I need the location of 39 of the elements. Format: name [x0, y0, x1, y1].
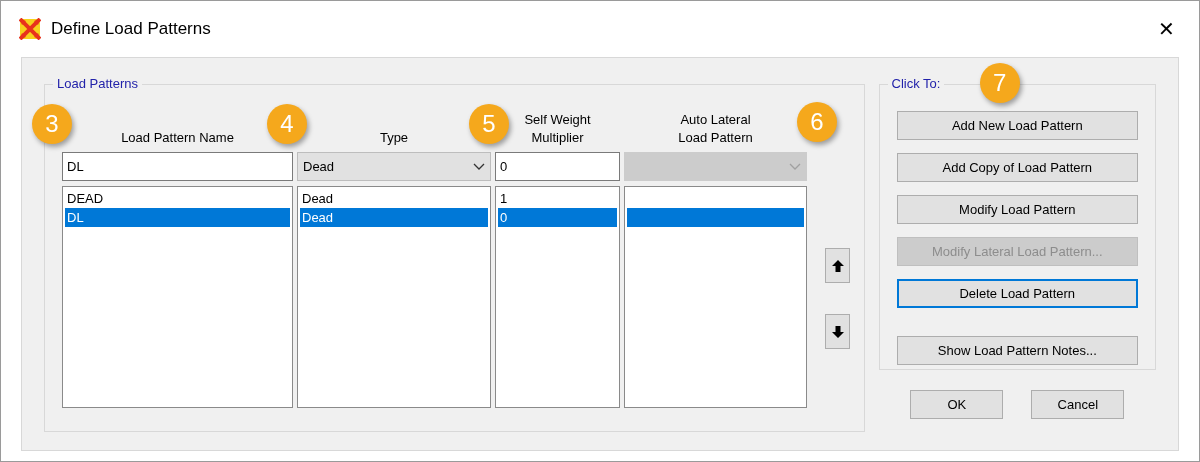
- action-button[interactable]: Add Copy of Load Pattern: [896, 153, 1138, 182]
- column-header: Load Pattern Name: [121, 129, 234, 147]
- ok-button[interactable]: OK: [910, 390, 1004, 419]
- arrow-down-icon: [830, 324, 845, 339]
- column-header: Auto Lateral Load Pattern: [677, 111, 754, 147]
- chevron-down-icon: [789, 162, 801, 171]
- list-box[interactable]: 1 0: [495, 186, 620, 408]
- list-item[interactable]: DL: [65, 208, 290, 227]
- list-item[interactable]: DEAD: [65, 189, 290, 208]
- callout-badge: 4: [267, 104, 307, 144]
- dropdown-value: Dead: [303, 157, 335, 176]
- list-item[interactable]: 1: [498, 189, 617, 208]
- close-button[interactable]: ✕: [1151, 14, 1181, 44]
- column-header: Self Weight Multiplier: [523, 111, 592, 147]
- chevron-down-icon: [473, 162, 485, 171]
- list-item[interactable]: 0: [498, 208, 617, 227]
- arrow-up-icon: [830, 258, 845, 273]
- window-title: Define Load Patterns: [51, 18, 212, 41]
- callout-badge: 6: [797, 102, 837, 142]
- cancel-button[interactable]: Cancel: [1031, 390, 1125, 419]
- action-button[interactable]: Delete Load Pattern: [896, 279, 1138, 308]
- callout-badge: 7: [979, 63, 1020, 103]
- list-box[interactable]: DEAD DL: [62, 186, 293, 408]
- input-field[interactable]: DL: [62, 152, 293, 181]
- input-field[interactable]: 0: [495, 152, 620, 181]
- move-down-button[interactable]: [825, 314, 850, 349]
- action-button[interactable]: Add New Load Pattern: [896, 111, 1138, 140]
- app-logo-icon: [19, 18, 41, 40]
- list-item[interactable]: Dead: [300, 208, 488, 227]
- callout-badge: 5: [469, 104, 509, 144]
- list-box[interactable]: Dead Dead: [297, 186, 491, 408]
- list-box[interactable]: [624, 186, 807, 408]
- type-dropdown[interactable]: Dead: [297, 152, 491, 181]
- column-header: Type: [379, 129, 409, 147]
- callout-badge: 3: [32, 104, 72, 144]
- action-button[interactable]: Modify Load Pattern: [896, 195, 1138, 224]
- action-button[interactable]: Show Load Pattern Notes...: [896, 336, 1138, 365]
- list-item[interactable]: Dead: [300, 189, 488, 208]
- move-up-button[interactable]: [825, 248, 850, 283]
